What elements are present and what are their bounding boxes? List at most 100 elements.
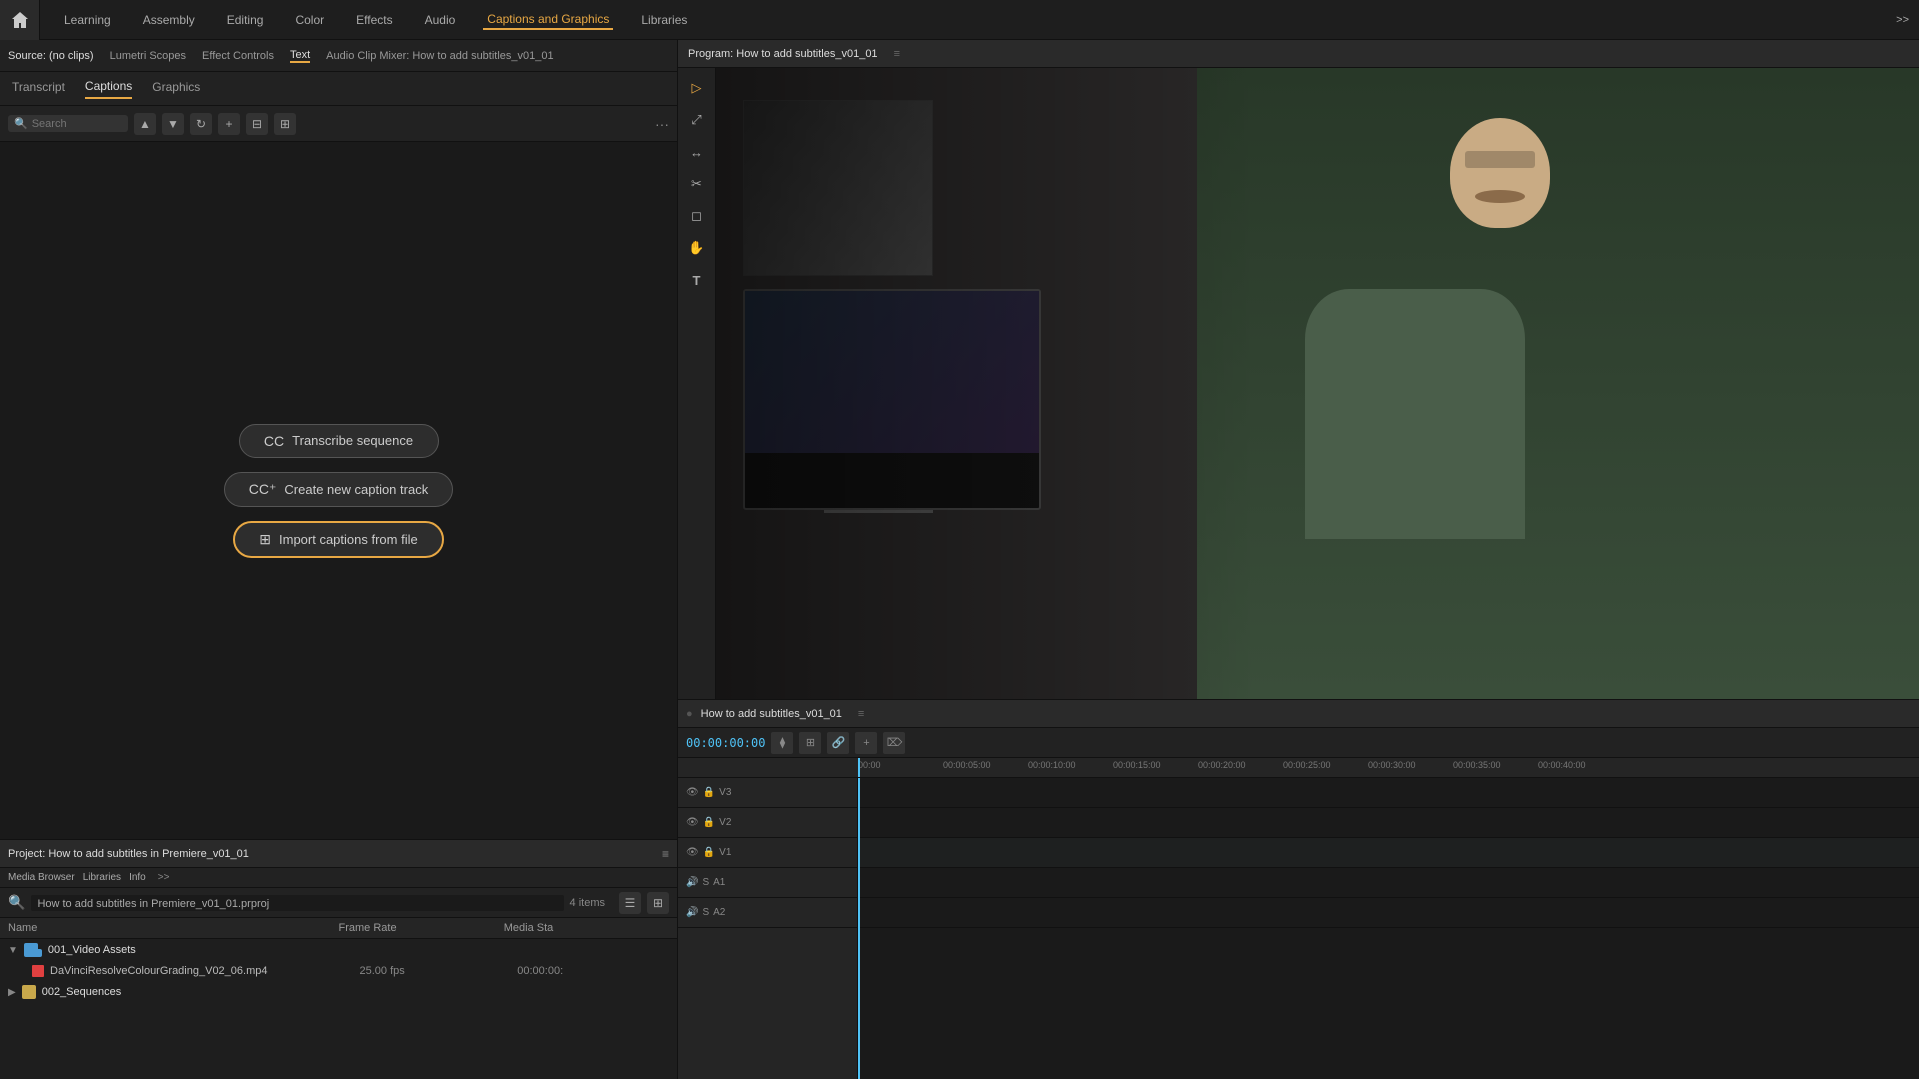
track-label-v1: 👁 🔒 V3: [678, 778, 857, 808]
ruler-mark-5: 00:00:25:00: [1283, 760, 1331, 770]
folder-sequences[interactable]: ▶ 002_Sequences: [0, 981, 677, 1003]
tool-razor[interactable]: ✂: [683, 170, 711, 198]
project-tab-info[interactable]: Info: [129, 872, 146, 883]
project-panel-header: Project: How to add subtitles in Premier…: [0, 840, 677, 868]
project-view-grid-button[interactable]: ⊞: [647, 892, 669, 914]
source-tab-audio-clip[interactable]: Audio Clip Mixer: How to add subtitles_v…: [326, 50, 553, 62]
source-tab-no-clips[interactable]: Source: (no clips): [8, 50, 94, 62]
timeline-tracks-content[interactable]: [858, 778, 1919, 1079]
video-display-area: 00:00:00:00 Fit ⏮ ⏪: [716, 68, 1919, 699]
workspace-color[interactable]: Color: [291, 11, 328, 29]
track-mute-a1[interactable]: 🔊: [686, 877, 698, 888]
timeline-body: 👁 🔒 V3 👁 🔒 V2 👁 🔒 V1: [678, 778, 1919, 1079]
import-captions-button[interactable]: ⊞ Import captions from file: [233, 521, 443, 558]
source-tab-effect-controls[interactable]: Effect Controls: [202, 50, 274, 62]
track-content-a2: [858, 898, 1919, 928]
program-monitor-header: Program: How to add subtitles_v01_01 ≡: [678, 40, 1919, 68]
timeline-add-marker[interactable]: ⧫: [771, 732, 793, 754]
monitor-body: ▷ ⤢ ↔ ✂ ◻ ✋ T: [678, 68, 1919, 699]
timeline-snap-toggle[interactable]: ⊞: [799, 732, 821, 754]
project-panel: Project: How to add subtitles in Premier…: [0, 839, 677, 1079]
source-tab-text[interactable]: Text: [290, 49, 310, 63]
desk-stand: [824, 510, 932, 513]
timeline-add-edit[interactable]: +: [855, 732, 877, 754]
ruler-mark-8: 00:00:40:00: [1538, 760, 1586, 770]
tool-text[interactable]: T: [683, 266, 711, 294]
workspace-editing[interactable]: Editing: [223, 11, 268, 29]
toolbar-options-button[interactable]: ···: [655, 116, 669, 132]
workspace-captions[interactable]: Captions and Graphics: [483, 10, 613, 30]
ruler-mark-0: 00:00: [858, 760, 881, 770]
monitor-menu-icon[interactable]: ≡: [894, 48, 900, 60]
transcribe-icon: CC: [264, 433, 284, 449]
tool-hand[interactable]: ✋: [683, 234, 711, 262]
inset-image: [743, 100, 932, 277]
ruler-mark-1: 00:00:05:00: [943, 760, 991, 770]
project-file-name: How to add subtitles in Premiere_v01_01.…: [37, 898, 269, 910]
track-mute-a2[interactable]: 🔊: [686, 907, 698, 918]
tab-captions[interactable]: Captions: [85, 79, 132, 99]
timeline-toolbar: 00:00:00:00 ⧫ ⊞ 🔗 + ⌦: [678, 728, 1919, 758]
project-view-list-button[interactable]: ☰: [619, 892, 641, 914]
track-name-a1: A1: [713, 877, 725, 888]
panel-menu-button[interactable]: ≡: [662, 847, 669, 861]
track-solo-a1[interactable]: S: [702, 877, 709, 888]
workspace-learning[interactable]: Learning: [60, 11, 115, 29]
workspace-audio[interactable]: Audio: [421, 11, 460, 29]
folder-video-assets[interactable]: ▼ 001_Video Assets: [0, 939, 677, 961]
track-solo-a2[interactable]: S: [702, 907, 709, 918]
tool-ripple[interactable]: ↔: [683, 138, 711, 166]
track-content-v2: [858, 808, 1919, 838]
home-icon: [10, 10, 30, 30]
track-eye-v3[interactable]: 👁: [686, 847, 699, 858]
track-label-v2: 👁 🔒 V2: [678, 808, 857, 838]
workspace-more-button[interactable]: >>: [1896, 14, 1909, 26]
track-eye-v2[interactable]: 👁: [686, 817, 699, 828]
tab-transcript[interactable]: Transcript: [12, 80, 65, 98]
timeline-menu-icon[interactable]: ≡: [858, 708, 864, 720]
toolbar-refresh-button[interactable]: ↻: [190, 113, 212, 135]
create-caption-track-button[interactable]: CC⁺ Create new caption track: [224, 472, 453, 507]
person-area: [1197, 68, 1919, 699]
project-tab-media-browser[interactable]: Media Browser: [8, 872, 75, 883]
tool-slip[interactable]: ◻: [683, 202, 711, 230]
folder-icon-sequences: [22, 985, 36, 999]
file-media-davinci: 00:00:00:: [517, 965, 669, 977]
import-icon: ⊞: [259, 531, 271, 548]
ruler-mark-7: 00:00:35:00: [1453, 760, 1501, 770]
transcribe-sequence-button[interactable]: CC Transcribe sequence: [239, 424, 439, 458]
workspace-libraries[interactable]: Libraries: [637, 11, 691, 29]
track-lock-v3[interactable]: 🔒: [703, 847, 715, 858]
captions-toolbar: 🔍 ▲ ▼ ↻ + ⊟ ⊞ ···: [0, 106, 677, 142]
toolbar-split-button[interactable]: ⊟: [246, 113, 268, 135]
folder-name-video-assets: 001_Video Assets: [48, 944, 669, 956]
program-monitor-title: Program: How to add subtitles_v01_01: [688, 48, 878, 60]
timeline-linked-select[interactable]: 🔗: [827, 732, 849, 754]
home-button[interactable]: [0, 0, 40, 40]
desk-monitor-frame: [743, 289, 1041, 510]
toolbar-up-button[interactable]: ▲: [134, 113, 156, 135]
track-lock-v1[interactable]: 🔒: [703, 787, 715, 798]
project-tab-more[interactable]: >>: [158, 872, 170, 883]
workspace-assembly[interactable]: Assembly: [139, 11, 199, 29]
toolbar-add-button[interactable]: +: [218, 113, 240, 135]
toolbar-down-button[interactable]: ▼: [162, 113, 184, 135]
track-lock-v2[interactable]: 🔒: [703, 817, 715, 828]
tool-select[interactable]: ▷: [683, 74, 711, 102]
timeline-ripple-delete[interactable]: ⌦: [883, 732, 905, 754]
ruler-mark-2: 00:00:10:00: [1028, 760, 1076, 770]
tool-move[interactable]: ⤢: [683, 106, 711, 134]
project-tab-libraries[interactable]: Libraries: [83, 872, 121, 883]
track-name-a2: A2: [713, 907, 725, 918]
tab-graphics[interactable]: Graphics: [152, 80, 200, 98]
caption-search-input[interactable]: [32, 118, 122, 130]
file-davinci[interactable]: DaVinciResolveColourGrading_V02_06.mp4 2…: [0, 961, 677, 981]
expand-arrow-sequences: ▶: [8, 987, 16, 998]
items-count-label: 4 items: [570, 897, 605, 909]
timeline-ruler: 00:00 00:00:05:00 00:00:10:00 00:00:15:0…: [678, 758, 1919, 778]
toolbar-merge-button[interactable]: ⊞: [274, 113, 296, 135]
source-tab-lumetri[interactable]: Lumetri Scopes: [110, 50, 186, 62]
workspace-effects[interactable]: Effects: [352, 11, 396, 29]
col-media-header: Media Sta: [504, 922, 669, 934]
track-eye-v1[interactable]: 👁: [686, 787, 699, 798]
